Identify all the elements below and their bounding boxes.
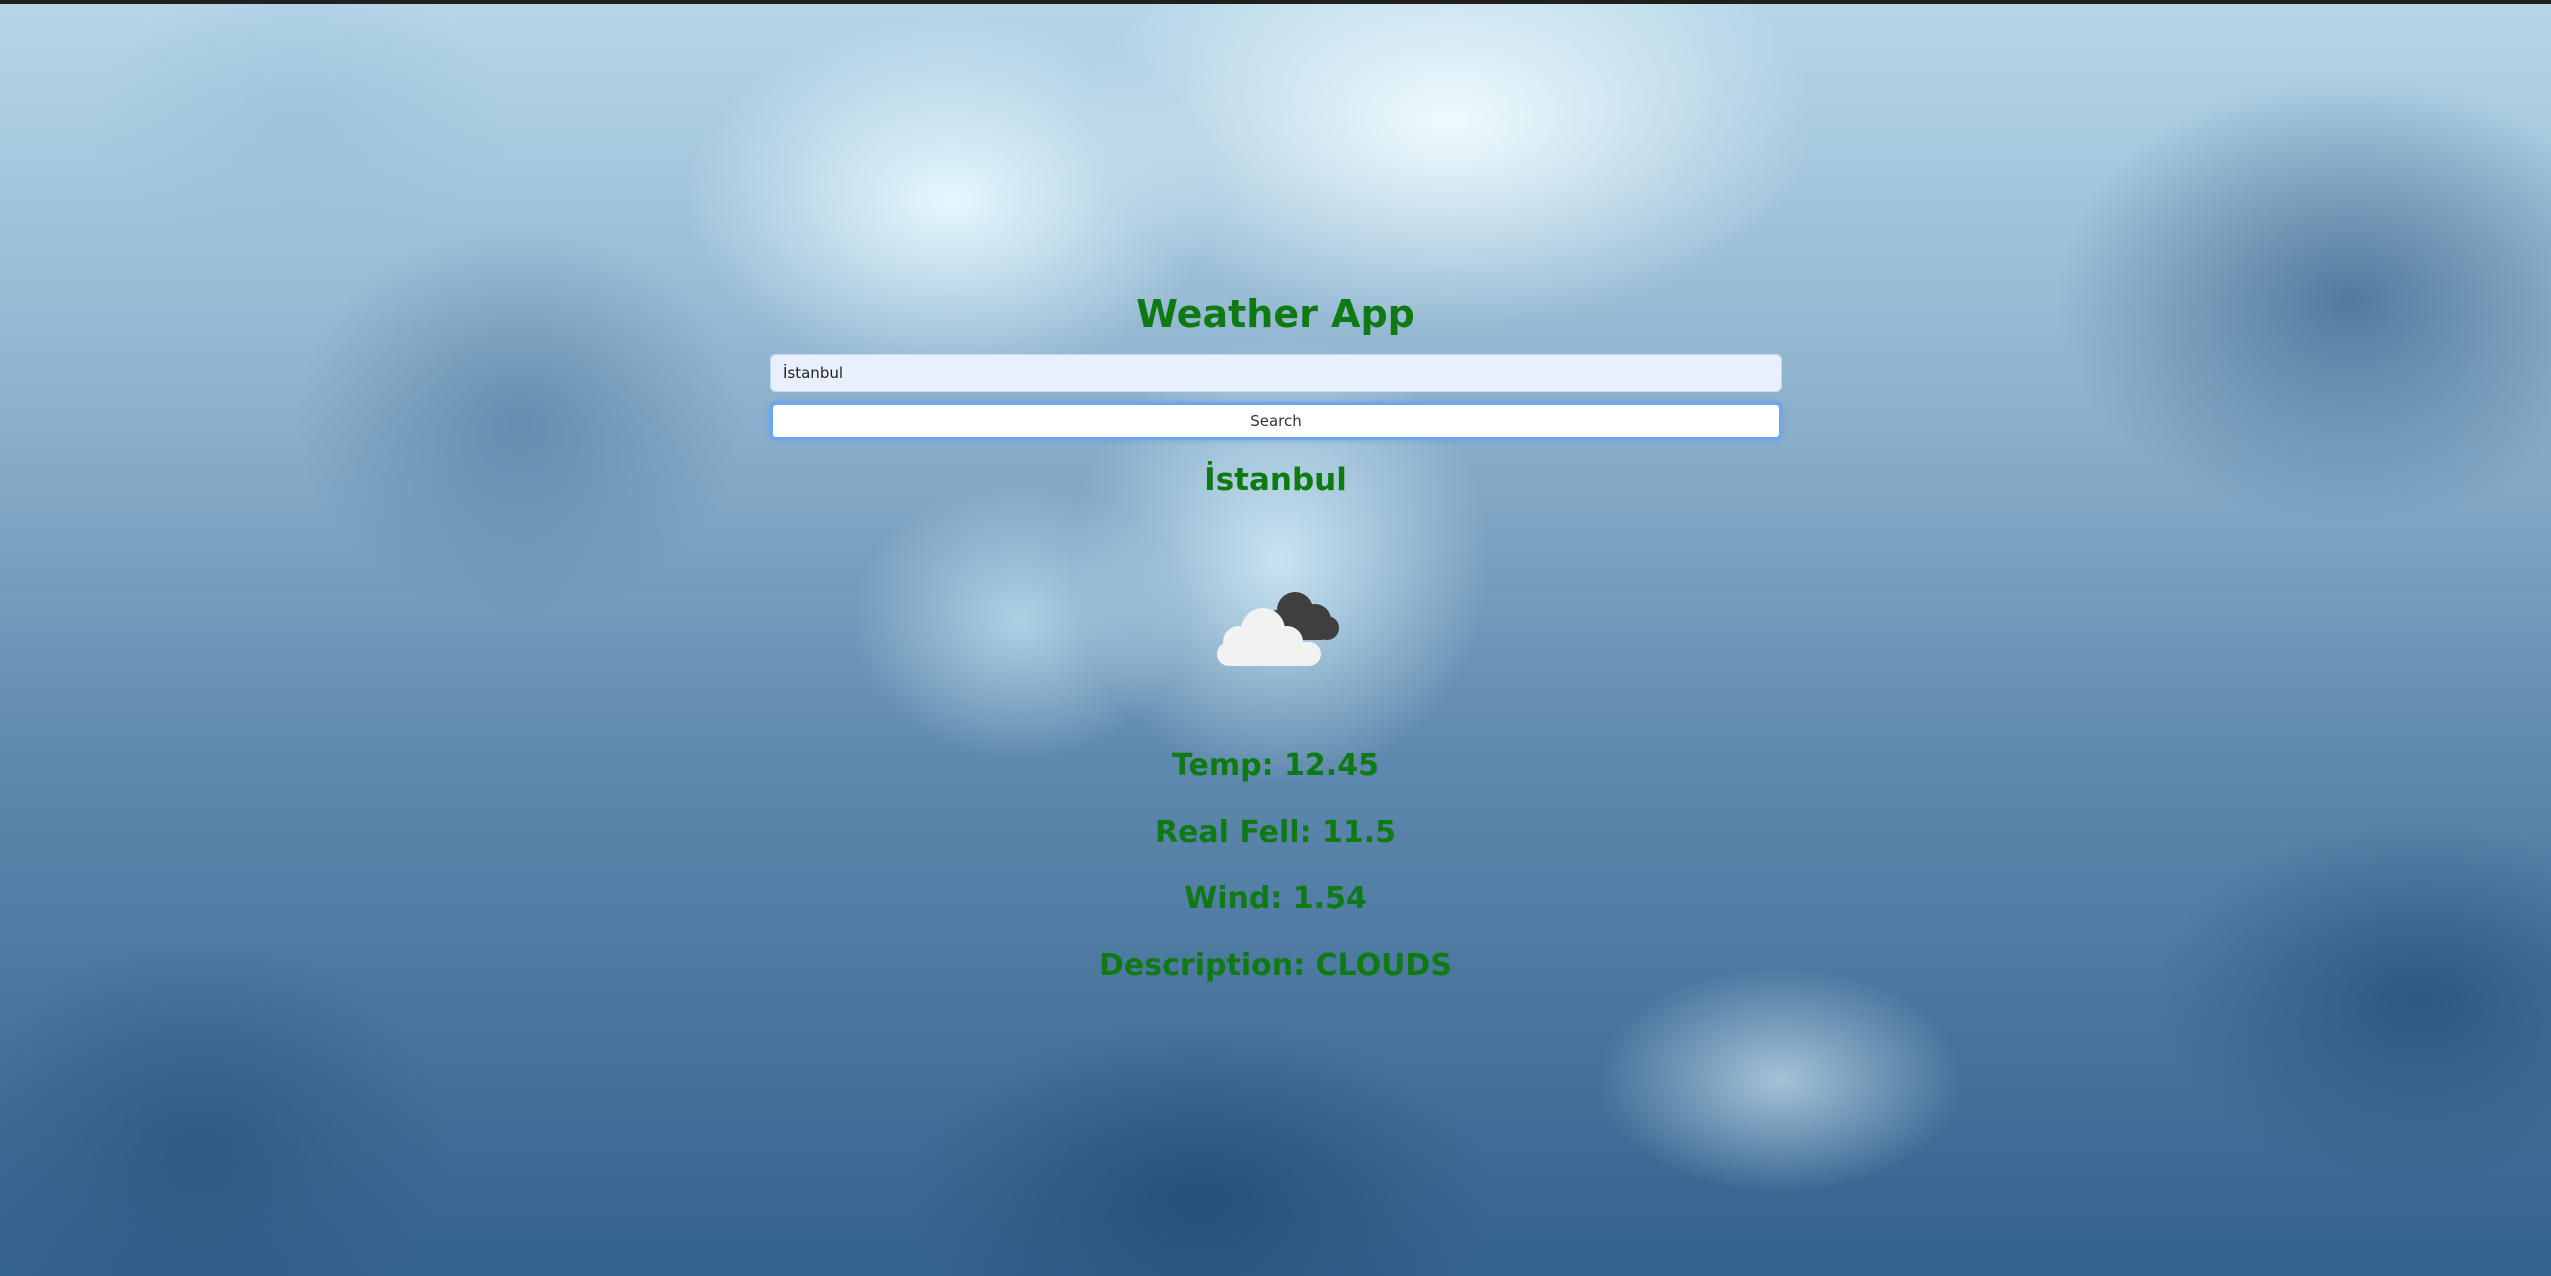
window-top-bar [0,0,2551,4]
app-title: Weather App [1136,292,1415,336]
city-name: İstanbul [1204,462,1347,498]
real-feel-value: Real Fell: 11.5 [1154,815,1397,850]
temperature-value: Temp: 12.45 [1172,748,1379,783]
wind-value: Wind: 1.54 [1184,881,1367,916]
search-button[interactable]: Search [770,402,1782,440]
description-value: Description: CLOUDS [1099,948,1452,983]
city-search-input[interactable] [770,354,1782,392]
clouds-icon [1217,592,1339,666]
